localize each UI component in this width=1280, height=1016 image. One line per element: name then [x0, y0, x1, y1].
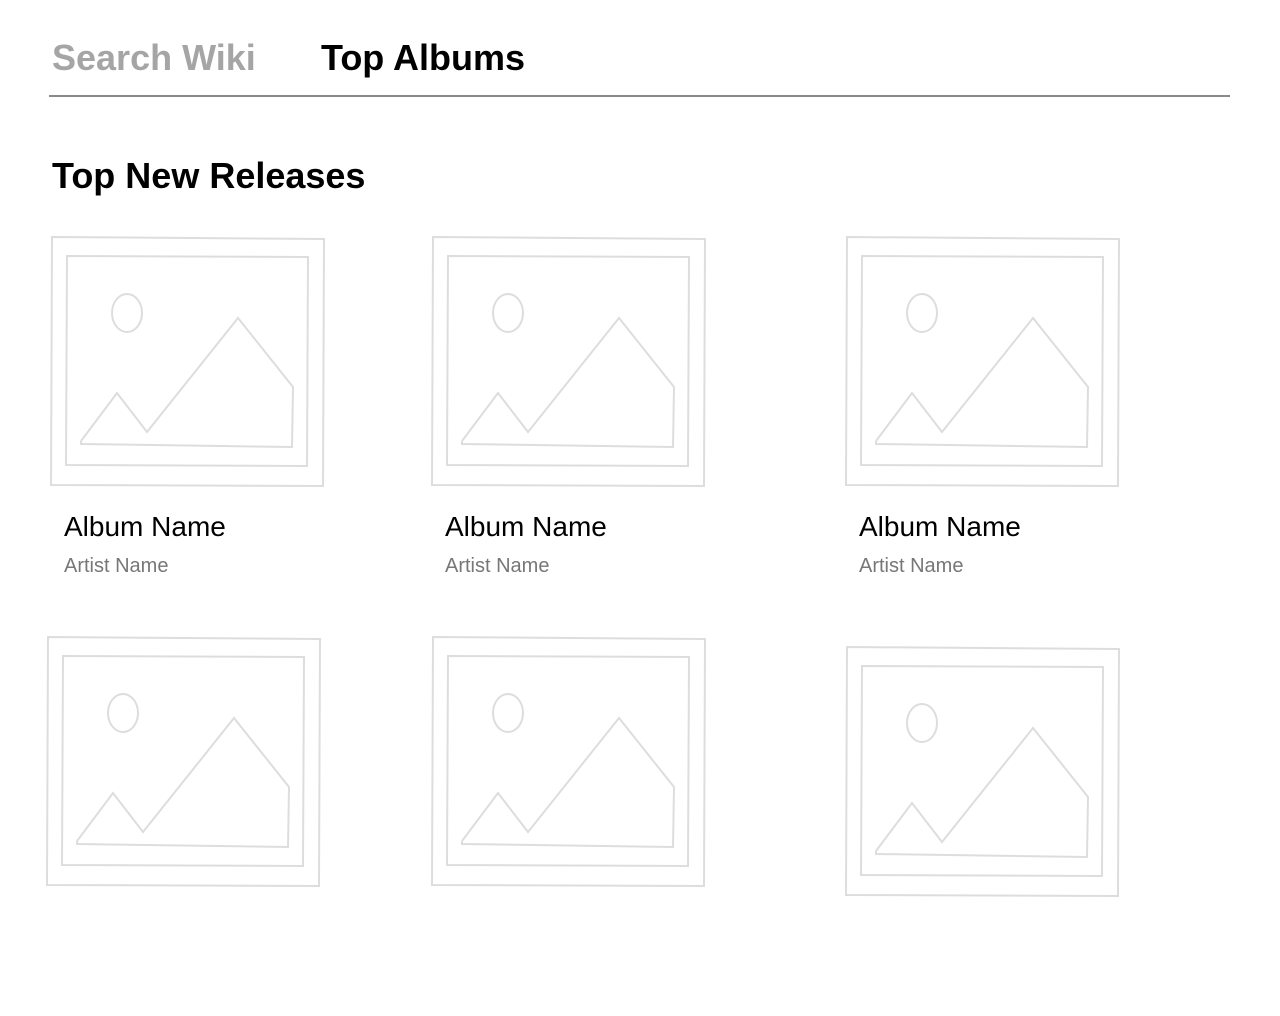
album-card[interactable] — [46, 636, 336, 1006]
section-title: Top New Releases — [52, 155, 366, 196]
tab-search-wiki[interactable]: Search Wiki — [52, 36, 256, 80]
album-name: Album Name — [64, 511, 226, 542]
image-placeholder-icon — [431, 236, 707, 488]
album-card[interactable] — [431, 636, 721, 1006]
album-card[interactable]: Album Name Artist Name — [845, 236, 1135, 606]
image-placeholder-icon — [431, 636, 707, 888]
tab-top-albums[interactable]: Top Albums — [321, 36, 525, 80]
image-placeholder-icon — [845, 646, 1121, 898]
artist-name: Artist Name — [445, 555, 550, 577]
image-placeholder-icon — [845, 236, 1121, 488]
album-card[interactable]: Album Name Artist Name — [50, 236, 340, 606]
album-card[interactable]: Album Name Artist Name — [431, 236, 721, 606]
image-placeholder-icon — [50, 236, 326, 488]
album-card[interactable] — [845, 646, 1135, 1016]
album-name: Album Name — [859, 511, 1021, 542]
tab-bar: Search Wiki Top Albums — [49, 0, 1230, 97]
album-name: Album Name — [445, 511, 607, 542]
artist-name: Artist Name — [64, 555, 169, 577]
artist-name: Artist Name — [859, 555, 964, 577]
image-placeholder-icon — [46, 636, 322, 888]
